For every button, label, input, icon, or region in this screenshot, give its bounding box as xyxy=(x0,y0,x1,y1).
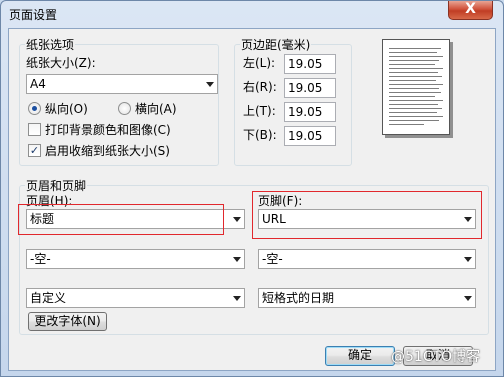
print-background-label: 打印背景颜色和图像(C) xyxy=(45,123,171,137)
portrait-label: 纵向(O) xyxy=(45,102,88,116)
preview-line xyxy=(389,112,437,113)
shrink-to-fit-checkbox[interactable]: ✓ xyxy=(28,144,41,157)
margin-right-label: 右(R): xyxy=(243,80,277,94)
footer-select-3[interactable]: 短格式的日期 xyxy=(258,288,476,308)
footer-select-2-value: -空- xyxy=(262,252,283,266)
preview-line xyxy=(389,116,443,117)
preview-line xyxy=(389,72,438,73)
preview-line xyxy=(389,56,443,57)
print-background-checkbox[interactable] xyxy=(28,123,41,136)
ok-button[interactable]: 确定 xyxy=(325,346,395,366)
header-select-3-value: 自定义 xyxy=(30,291,67,305)
page-setup-dialog: 页面设置 X 纸张选项 纸张大小(Z): A4 纵向(O) 横向(A) 打印背景… xyxy=(0,0,504,377)
chevron-down-icon xyxy=(233,296,241,301)
chevron-down-icon xyxy=(464,257,472,262)
paper-size-label: 纸张大小(Z): xyxy=(26,56,96,70)
preview-line xyxy=(389,92,441,93)
paper-size-select[interactable]: A4 xyxy=(26,74,218,94)
preview-line xyxy=(389,100,443,101)
chevron-down-icon xyxy=(233,257,241,262)
header-highlight-box xyxy=(18,204,224,235)
landscape-label: 横向(A) xyxy=(135,102,177,116)
close-button[interactable]: X xyxy=(448,1,493,20)
preview-line xyxy=(389,80,436,81)
preview-line xyxy=(389,120,439,121)
preview-line xyxy=(389,88,439,89)
margin-top-input[interactable]: 19.05 xyxy=(284,102,336,122)
preview-line xyxy=(389,108,442,109)
chevron-down-icon xyxy=(464,296,472,301)
change-font-button[interactable]: 更改字体(N) xyxy=(28,312,107,331)
footer-select-3-value: 短格式的日期 xyxy=(262,291,335,305)
preview-line xyxy=(389,96,435,97)
watermark: @51CTO博客 xyxy=(391,349,481,365)
chevron-down-icon xyxy=(233,217,241,222)
page-preview xyxy=(382,39,450,135)
landscape-radio[interactable] xyxy=(118,102,131,115)
preview-line xyxy=(389,60,439,61)
header-select-3[interactable]: 自定义 xyxy=(26,288,245,308)
preview-line xyxy=(389,76,442,77)
margins-label: 页边距(毫米) xyxy=(240,38,312,52)
margin-left-input[interactable]: 19.05 xyxy=(284,54,336,74)
paper-options-label: 纸张选项 xyxy=(25,38,76,52)
margin-right-input[interactable]: 19.05 xyxy=(284,78,336,98)
title-bar[interactable]: 页面设置 X xyxy=(1,1,503,27)
shrink-to-fit-label: 启用收缩到纸张大小(S) xyxy=(45,144,170,158)
header-select-2[interactable]: -空- xyxy=(26,249,245,269)
margin-bottom-label: 下(B): xyxy=(243,128,277,142)
preview-line xyxy=(389,52,437,53)
preview-line xyxy=(389,64,435,65)
preview-line xyxy=(389,104,438,105)
chevron-down-icon xyxy=(206,82,214,87)
header-select-2-value: -空- xyxy=(30,252,51,266)
dialog-body: 纸张选项 纸张大小(Z): A4 纵向(O) 横向(A) 打印背景颜色和图像(C… xyxy=(8,28,496,371)
paper-size-value: A4 xyxy=(30,77,46,91)
window-title: 页面设置 xyxy=(9,8,58,22)
portrait-radio[interactable] xyxy=(28,102,41,115)
header-footer-label: 页眉和页脚 xyxy=(25,179,88,193)
preview-line xyxy=(389,68,443,69)
margin-top-label: 上(T): xyxy=(243,104,276,118)
footer-highlight-box xyxy=(252,191,482,239)
preview-line xyxy=(389,84,443,85)
footer-select-2[interactable]: -空- xyxy=(258,249,476,269)
margin-bottom-input[interactable]: 19.05 xyxy=(284,126,336,146)
preview-line xyxy=(389,124,424,125)
preview-line xyxy=(389,48,441,49)
margin-left-label: 左(L): xyxy=(243,56,276,70)
